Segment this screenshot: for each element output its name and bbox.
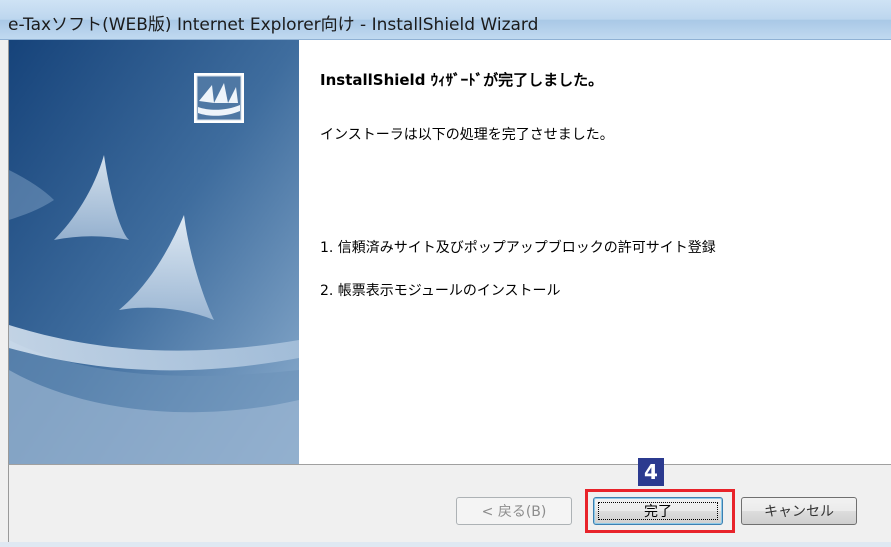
title-bar[interactable]: e-Taxソフト(WEB版) Internet Explorer向け - Ins…	[0, 0, 891, 40]
cancel-button[interactable]: キャンセル	[741, 497, 857, 525]
task-item: 2. 帳票表示モジュールのインストール	[320, 283, 561, 299]
step-highlight-box	[585, 489, 735, 533]
window-bottom-edge	[0, 542, 891, 547]
step-number-badge: 4	[638, 458, 664, 486]
task-item: 1. 信頼済みサイト及びポップアップブロックの許可サイト登録	[320, 240, 716, 256]
window-title: e-Taxソフト(WEB版) Internet Explorer向け - Ins…	[8, 15, 539, 35]
installshield-wizard-window: e-Taxソフト(WEB版) Internet Explorer向け - Ins…	[0, 0, 891, 547]
installshield-logo-icon	[194, 73, 244, 123]
back-button[interactable]: < 戻る(B)	[456, 497, 572, 525]
completion-description: インストーラは以下の処理を完了させました。	[320, 127, 614, 143]
wizard-side-banner	[9, 40, 299, 464]
completion-heading: InstallShield ｳｨｻﾞｰﾄﾞが完了しました。	[320, 71, 604, 89]
